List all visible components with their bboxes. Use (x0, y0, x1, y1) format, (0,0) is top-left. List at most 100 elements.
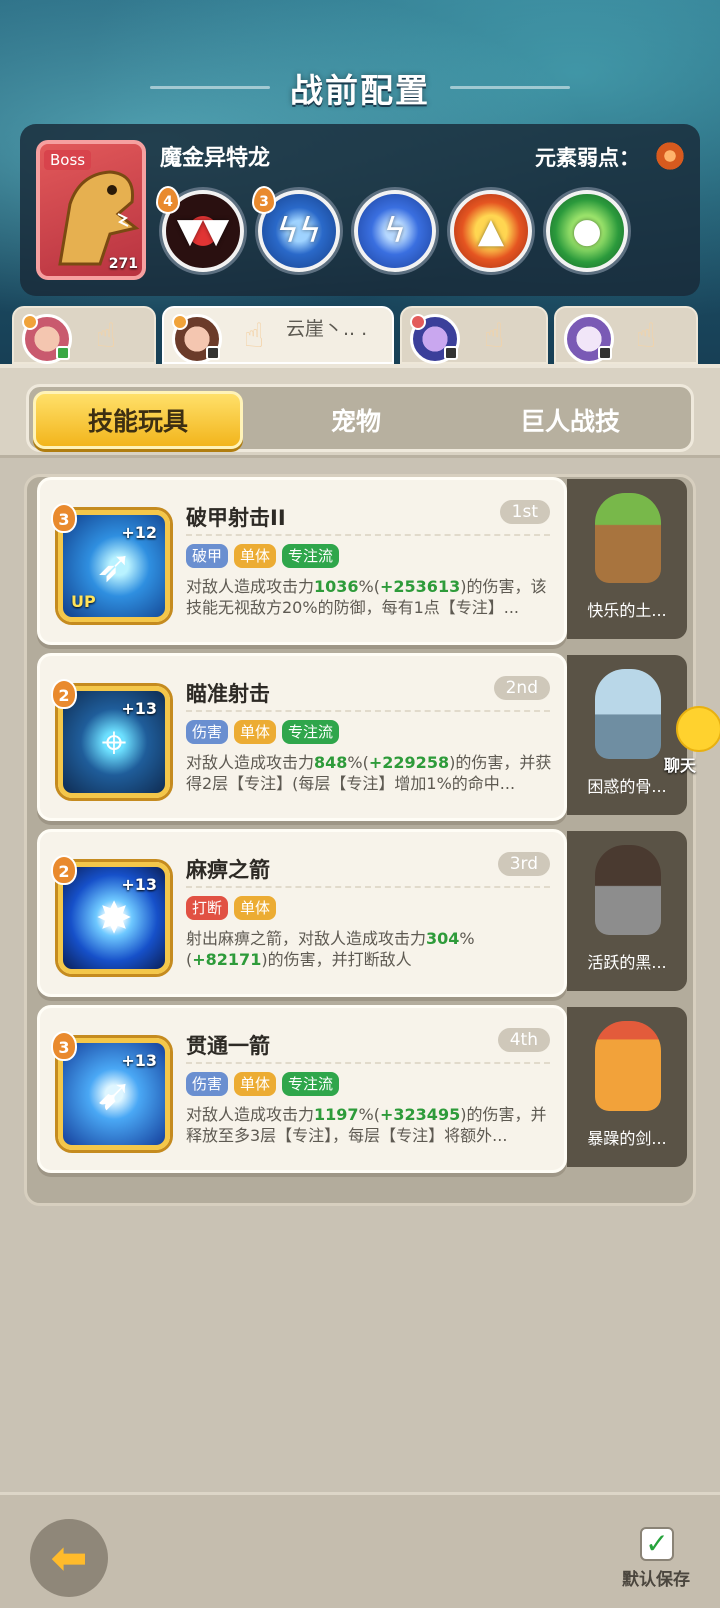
boss-tag: Boss (44, 150, 92, 170)
skill-card-2[interactable]: ⌖ 2 +13 瞄准射击 2nd 伤害 单体 专注流 对敌人造成攻击力848%(… (37, 653, 567, 821)
tag-single-target: 单体 (234, 896, 277, 920)
skill-level-badge: 2 (51, 855, 77, 885)
skill-list: ➶ 3 +12 UP 破甲射击II 1st 破甲 单体 专注流 对敌人造成攻击力… (24, 474, 696, 1206)
skill-rank: 2nd (493, 676, 550, 700)
tag-armor-break: 破甲 (186, 544, 229, 568)
role-mark-icon (410, 314, 426, 330)
skill-level-badge: 3 (51, 503, 77, 533)
default-save-label: 默认保存 (622, 1570, 690, 1590)
tap-hand-icon: ☝ (635, 316, 657, 356)
skill-upgrade-count: +13 (121, 1051, 157, 1070)
boss-skill-3[interactable]: ϟ (354, 190, 436, 272)
status-icon (206, 346, 220, 360)
tag-interrupt: 打断 (186, 896, 229, 920)
pet-slot-3[interactable]: 活跃的黑... (567, 831, 687, 991)
page-title: 战前配置 (290, 71, 430, 110)
skill-title: 瞄准射击 (186, 682, 270, 706)
boss-portrait[interactable]: Boss 271 (36, 140, 146, 280)
pet-slot-1[interactable]: 快乐的土... (567, 479, 687, 639)
boss-level: 271 (108, 256, 138, 272)
golden-spike-icon: ▲ (477, 211, 505, 251)
skill-card-1[interactable]: ➶ 3 +12 UP 破甲射击II 1st 破甲 单体 专注流 对敌人造成攻击力… (37, 477, 567, 645)
skill-description: 对敌人造成攻击力1036%(+253613)的伤害，该技能无视敌方20%的防御，… (186, 577, 547, 617)
character-tabs: ☝ ☝ 云崖丶.. . ☝ ☝ (8, 306, 720, 364)
skill-icon[interactable]: ✸ 2 +13 (51, 855, 170, 974)
status-icon (598, 346, 612, 360)
tag-single-target: 单体 (234, 720, 277, 744)
tap-hand-icon: ☝ (95, 316, 117, 356)
tag-damage: 伤害 (186, 720, 229, 744)
tab-pets[interactable]: 宠物 (251, 391, 461, 449)
pet-figure (595, 493, 661, 583)
green-slime-icon: ● (572, 211, 602, 251)
pet-name: 困惑的骨... (587, 777, 667, 796)
skill-rank: 1st (499, 500, 550, 524)
character-tab-4[interactable]: ☝ (554, 306, 698, 364)
skill-upgrade-count: +13 (121, 875, 157, 894)
tag-focus-build: 专注流 (282, 1072, 340, 1096)
role-mark-icon (172, 314, 188, 330)
character-tab-3[interactable]: ☝ (400, 306, 548, 364)
skill-level-badge: 3 (51, 1031, 77, 1061)
character-tab-1[interactable]: ☝ (12, 306, 156, 364)
fire-element-icon[interactable] (654, 140, 686, 172)
skill-level-badge: 2 (51, 679, 77, 709)
default-save-checkbox[interactable]: ✓ (640, 1527, 674, 1561)
boss-skill-5[interactable]: ● (546, 190, 628, 272)
divider (186, 710, 550, 712)
role-mark-icon (22, 314, 38, 330)
skill-tags: 伤害 单体 专注流 (186, 720, 340, 744)
lightning-bolt-icon: ϟ (383, 211, 407, 251)
pet-name: 暴躁的剑... (587, 1129, 667, 1148)
skill-rank: 3rd (497, 852, 550, 876)
tag-focus-build: 专注流 (282, 720, 340, 744)
skill-badge: 4 (156, 186, 180, 214)
pet-figure (595, 1021, 661, 1111)
skill-title: 麻痹之箭 (186, 858, 270, 882)
skill-description: 对敌人造成攻击力848%(+229258)的伤害，并获得2层【专注】(每层【专注… (186, 753, 552, 793)
skill-upgrade-count: +12 (121, 523, 157, 542)
pet-slot-4[interactable]: 暴躁的剑... (567, 1007, 687, 1167)
skill-card-3[interactable]: ✸ 2 +13 麻痹之箭 3rd 打断 单体 射出麻痹之箭，对敌人造成攻击力30… (37, 829, 567, 997)
status-icon (444, 346, 458, 360)
smiley-face-icon (676, 706, 720, 752)
pet-name: 快乐的土... (587, 601, 667, 620)
skill-title: 贯通一箭 (186, 1034, 270, 1058)
tap-hand-icon: ☝ (243, 316, 265, 356)
skill-icon[interactable]: ⌖ 2 +13 (51, 679, 170, 798)
skill-tags: 伤害 单体 专注流 (186, 1072, 340, 1096)
pet-name: 活跃的黑... (587, 953, 667, 972)
tag-focus-build: 专注流 (282, 544, 340, 568)
chat-button[interactable]: 聊天 (656, 706, 720, 776)
segmented-control: 技能玩具 宠物 巨人战技 (26, 384, 694, 452)
skill-up-badge: UP (71, 592, 96, 611)
boss-name: 魔金异特龙 (160, 146, 271, 171)
tag-damage: 伤害 (186, 1072, 229, 1096)
bottom-bar: ⬅ ✓ 默认保存 (0, 1492, 720, 1608)
character-tab-2[interactable]: ☝ 云崖丶.. . (162, 306, 394, 364)
tab-giant-skills[interactable]: 巨人战技 (465, 391, 675, 449)
skill-icon[interactable]: ➶ 3 +12 UP (51, 503, 170, 622)
section-tab-bar: 技能玩具 宠物 巨人战技 (0, 364, 720, 458)
skill-icon[interactable]: ➹ 3 +13 (51, 1031, 170, 1150)
boss-skill-list: ▼▼ 4 ϟϟ 3 ϟ ▲ ● (156, 186, 628, 272)
element-weakness-label: 元素弱点： (535, 146, 640, 170)
boss-panel: Boss 271 魔金异特龙 元素弱点： ▼▼ 4 ϟϟ 3 ϟ ▲ ● (20, 124, 700, 296)
chat-label: 聊天 (664, 756, 697, 775)
skill-card-4[interactable]: ➹ 3 +13 贯通一箭 4th 伤害 单体 专注流 对敌人造成攻击力1197%… (37, 1005, 567, 1173)
tag-single-target: 单体 (234, 1072, 277, 1096)
skill-description: 对敌人造成攻击力1197%(+323495)的伤害，并释放至多3层【专注】，每层… (186, 1105, 547, 1145)
tag-single-target: 单体 (234, 544, 277, 568)
ready-status-icon (56, 346, 70, 360)
boss-skill-4[interactable]: ▲ (450, 190, 532, 272)
pet-figure (595, 669, 661, 759)
skill-upgrade-count: +13 (121, 699, 157, 718)
tab-skill-toys[interactable]: 技能玩具 (33, 391, 243, 449)
divider (186, 886, 550, 888)
pet-figure (595, 845, 661, 935)
boss-skill-1[interactable]: ▼▼ 4 (156, 186, 244, 272)
boss-skill-2[interactable]: ϟϟ 3 (252, 186, 340, 272)
back-button[interactable]: ⬅ (30, 1519, 108, 1597)
tap-hand-icon: ☝ (483, 316, 505, 356)
skill-title: 破甲射击II (186, 506, 286, 530)
